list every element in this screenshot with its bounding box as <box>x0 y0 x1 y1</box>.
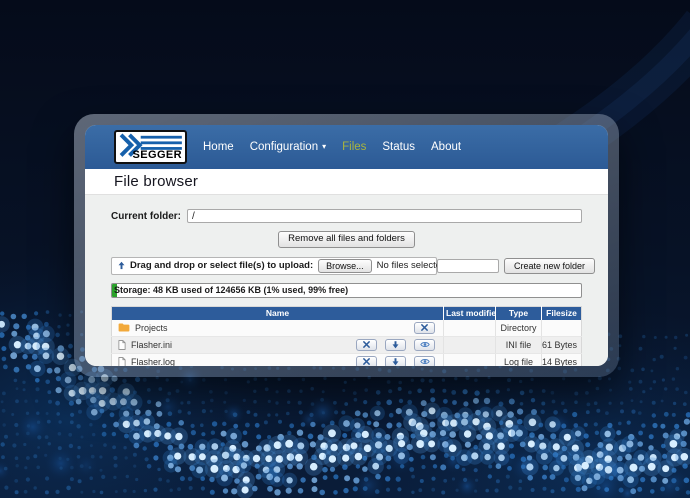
file-name: Projects <box>135 323 168 333</box>
table-row: Flasher.log Log file 14 Bytes <box>112 353 582 366</box>
table-row: Flasher.ini INI file 61 Bytes <box>112 336 582 353</box>
last-modified-cell <box>444 336 496 353</box>
delete-button[interactable] <box>356 339 377 351</box>
new-folder-input[interactable] <box>437 259 499 273</box>
browser-card: SEGGER Home Configuration ▾ Files Status … <box>74 114 619 377</box>
nav-item-home[interactable]: Home <box>200 139 237 155</box>
download-button[interactable] <box>385 339 406 351</box>
navbar: SEGGER Home Configuration ▾ Files Status … <box>85 125 608 169</box>
file-name: Flasher.log <box>131 357 175 366</box>
page-title-band: File browser <box>85 169 608 195</box>
file-browser-window: SEGGER Home Configuration ▾ Files Status … <box>85 125 608 366</box>
folder-icon <box>118 323 130 332</box>
type-cell: Log file <box>496 353 542 366</box>
storage-bar: Storage: 48 KB used of 124656 KB (1% use… <box>111 283 582 298</box>
page-title: File browser <box>114 173 198 190</box>
main-nav: Home Configuration ▾ Files Status About <box>200 139 464 155</box>
delete-button[interactable] <box>356 356 377 366</box>
nav-item-configuration[interactable]: Configuration ▾ <box>247 139 329 155</box>
file-browser-content: Current folder: Remove all files and fol… <box>85 195 608 366</box>
view-button[interactable] <box>414 356 435 366</box>
col-header-last-modified: Last modified <box>444 306 496 320</box>
file-icon <box>118 340 126 350</box>
current-folder-row: Current folder: <box>111 209 582 223</box>
type-cell: Directory <box>496 320 542 337</box>
filesize-cell <box>542 320 582 337</box>
current-folder-label: Current folder: <box>111 211 181 222</box>
browse-button[interactable]: Browse... <box>318 259 372 273</box>
remove-all-row: Remove all files and folders <box>111 231 582 248</box>
download-button[interactable] <box>385 356 406 366</box>
remove-all-button[interactable]: Remove all files and folders <box>278 231 415 248</box>
upload-row: Drag and drop or select file(s) to uploa… <box>111 257 582 275</box>
col-header-filesize: Filesize <box>542 306 582 320</box>
storage-text: Storage: 48 KB used of 124656 KB (1% use… <box>114 285 348 295</box>
nav-item-configuration-label: Configuration <box>250 141 318 153</box>
current-folder-input[interactable] <box>187 209 582 223</box>
upload-dropzone[interactable]: Drag and drop or select file(s) to uploa… <box>111 257 437 275</box>
delete-button[interactable] <box>414 322 435 334</box>
upload-prompt: Drag and drop or select file(s) to uploa… <box>130 260 313 271</box>
type-cell: INI file <box>496 336 542 353</box>
file-table: Name Last modified Type Filesize Project… <box>111 306 582 366</box>
table-row: Projects Directory <box>112 320 582 337</box>
table-header-row: Name Last modified Type Filesize <box>112 306 582 320</box>
last-modified-cell <box>444 353 496 366</box>
col-header-name: Name <box>112 306 444 320</box>
filesize-cell: 61 Bytes <box>542 336 582 353</box>
view-button[interactable] <box>414 339 435 351</box>
file-name: Flasher.ini <box>131 340 172 350</box>
chevron-down-icon: ▾ <box>322 142 326 151</box>
upload-arrow-icon <box>118 261 125 270</box>
nav-item-files[interactable]: Files <box>339 139 369 155</box>
col-header-type: Type <box>496 306 542 320</box>
segger-logo[interactable]: SEGGER <box>114 130 187 164</box>
filesize-cell: 14 Bytes <box>542 353 582 366</box>
nav-item-about[interactable]: About <box>428 139 464 155</box>
last-modified-cell <box>444 320 496 337</box>
create-folder-button[interactable]: Create new folder <box>504 258 595 274</box>
nav-item-status[interactable]: Status <box>379 139 418 155</box>
desktop-background: SEGGER Home Configuration ▾ Files Status … <box>0 0 690 498</box>
logo-text: SEGGER <box>133 149 182 161</box>
file-icon <box>118 357 126 366</box>
